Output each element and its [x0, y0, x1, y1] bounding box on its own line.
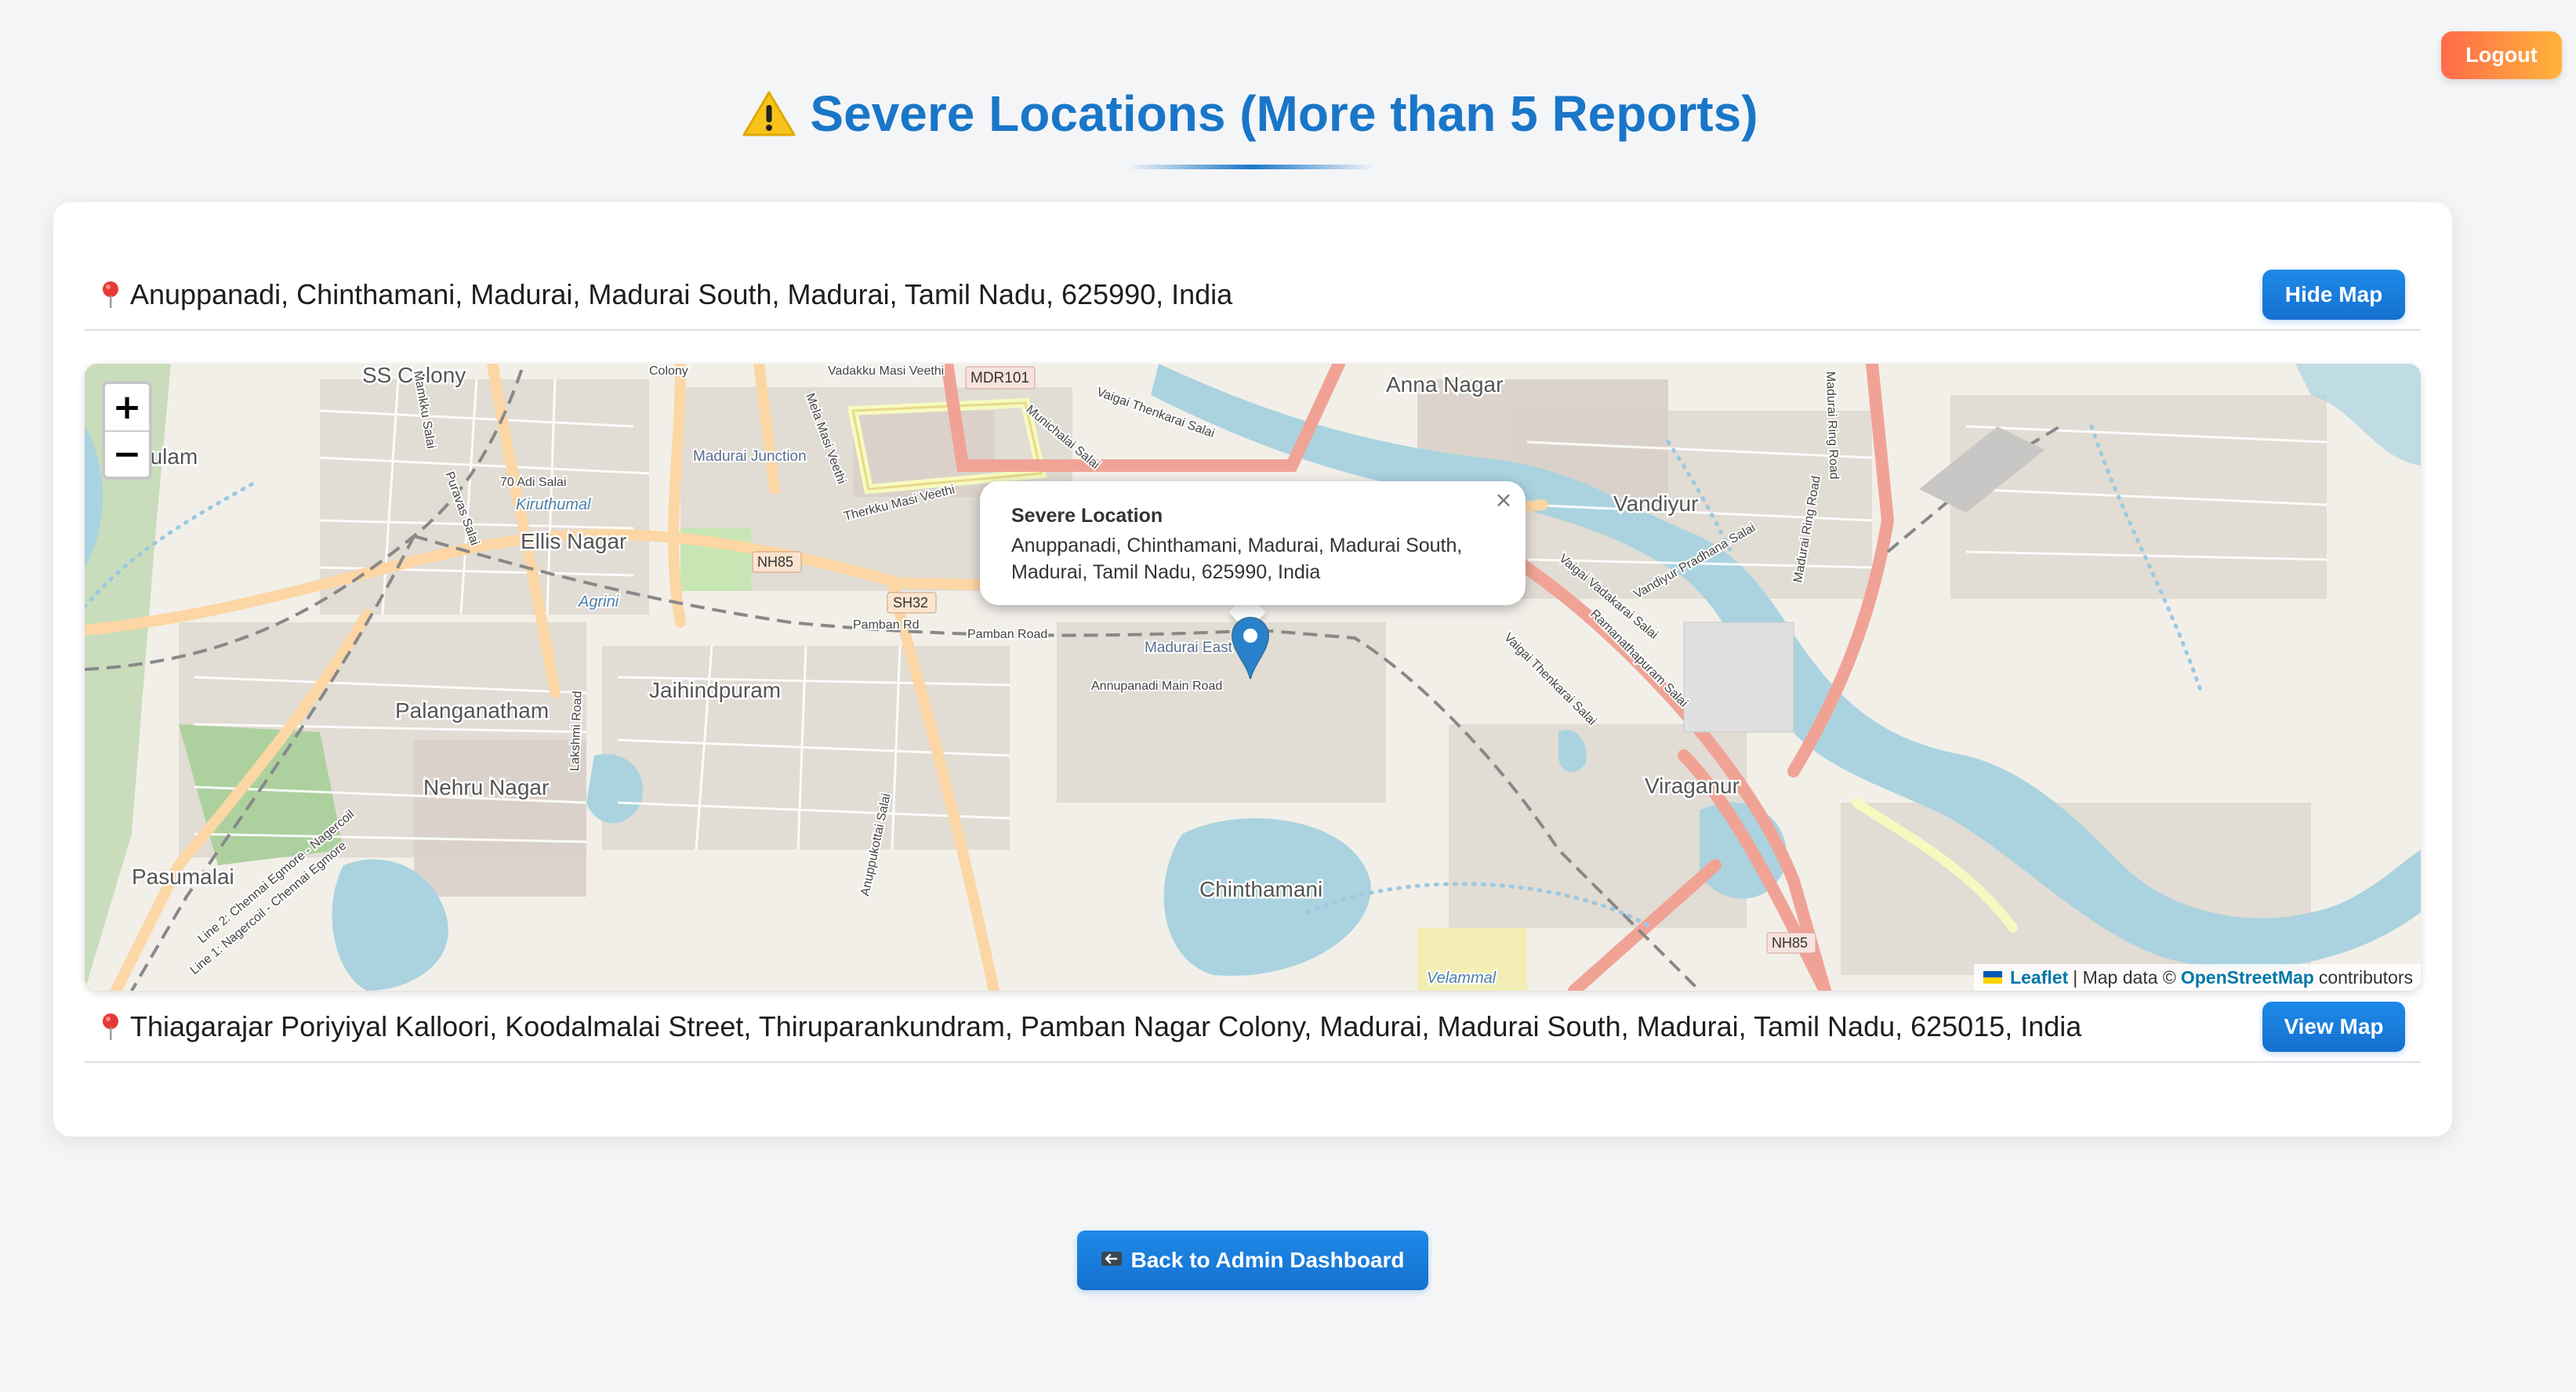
map-attribution: Leaflet | Map data © OpenStreetMap contr… [1974, 964, 2421, 991]
label-chinthamani: Chinthamani [1199, 877, 1322, 901]
back-button-label: Back to Admin Dashboard [1130, 1248, 1405, 1272]
shield-nh85: NH85 [757, 554, 793, 570]
view-map-button[interactable]: View Map [2262, 1002, 2405, 1052]
shield-sh32: SH32 [893, 595, 928, 611]
page-title: Severe Locations (More than 5 Reports) [0, 85, 2501, 143]
map-marker-icon[interactable] [1231, 616, 1270, 680]
label-ellis-nagar: Ellis Nagar [521, 529, 626, 553]
location-address: Anuppanadi, Chinthamani, Madurai, Madura… [130, 278, 1233, 310]
label-viraganur: Viraganur [1645, 774, 1740, 798]
label-palanganatham: Palanganatham [395, 698, 549, 723]
ukraine-flag-icon [1983, 971, 2003, 984]
zoom-in-button[interactable]: + [105, 384, 149, 430]
label-pasumalai: Pasumalai [132, 865, 234, 889]
map-popup: Severe Location Anuppanadi, Chinthamani,… [980, 481, 1526, 605]
severe-locations-card: Anuppanadi, Chinthamani, Madurai, Madura… [53, 202, 2452, 1136]
popup-close-icon[interactable]: × [1493, 489, 1515, 511]
label-vadakku: Vadakku Masi Veethi [828, 364, 944, 378]
hide-map-button[interactable]: Hide Map [2262, 270, 2405, 320]
shield-nh85-2: NH85 [1772, 935, 1808, 951]
label-pamban-rd-2: Pamban Road [967, 628, 1047, 641]
label-vandiyur: Vandiyur [1613, 491, 1698, 516]
pin-icon [100, 281, 121, 309]
attribution-separator: | Map data © [2073, 966, 2176, 988]
label-adi-salai: 70 Adi Salai [500, 476, 567, 489]
pin-icon [100, 1013, 121, 1041]
label-nehru-nagar: Nehru Nagar [423, 775, 549, 799]
label-jaihindpuram: Jaihindpuram [649, 678, 781, 702]
label-madurai-east: Madurai East [1145, 640, 1233, 656]
leaflet-map[interactable]: MDR101 NH85 SH32 NH85 SS Colony Anna Nag… [85, 364, 2421, 991]
label-anupanadi-road: Annupanadi Main Road [1091, 680, 1222, 693]
label-colony: Colony [649, 364, 688, 378]
attribution-contributors: contributors [2318, 966, 2413, 988]
back-arrow-icon [1101, 1248, 1123, 1273]
logout-button[interactable]: Logout [2441, 31, 2562, 79]
zoom-out-button[interactable]: − [105, 430, 149, 477]
osm-link[interactable]: OpenStreetMap [2181, 967, 2314, 988]
back-to-dashboard-button[interactable]: Back to Admin Dashboard [1077, 1231, 1428, 1290]
label-kiruthumal: Kiruthumal [516, 496, 591, 513]
popup-body: Anuppanadi, Chinthamani, Madurai, Madura… [1011, 535, 1463, 583]
label-lakshmi-road: Lakshmi Road [568, 691, 585, 771]
location-address: Thiagarajar Poriyiyal Kalloori, Koodalma… [130, 1010, 2082, 1042]
popup-title: Severe Location [1011, 505, 1163, 527]
title-underline [1127, 165, 1375, 169]
page-title-text: Severe Locations (More than 5 Reports) [810, 85, 1758, 142]
label-anna-nagar: Anna Nagar [1386, 372, 1503, 397]
location-row: Thiagarajar Poriyiyal Kalloori, Koodalma… [85, 992, 2421, 1063]
label-velammal: Velammal [1427, 970, 1497, 987]
zoom-control: + − [102, 381, 152, 480]
label-madurai-junction: Madurai Junction [693, 448, 807, 465]
label-agrini: Agrini [578, 593, 619, 611]
label-pamban-rd: Pamban Rd [853, 618, 920, 632]
shield-mdr101: MDR101 [971, 370, 1029, 386]
location-row: Anuppanadi, Chinthamani, Madurai, Madura… [85, 260, 2421, 331]
leaflet-link[interactable]: Leaflet [2010, 967, 2068, 988]
warning-icon [742, 90, 796, 137]
